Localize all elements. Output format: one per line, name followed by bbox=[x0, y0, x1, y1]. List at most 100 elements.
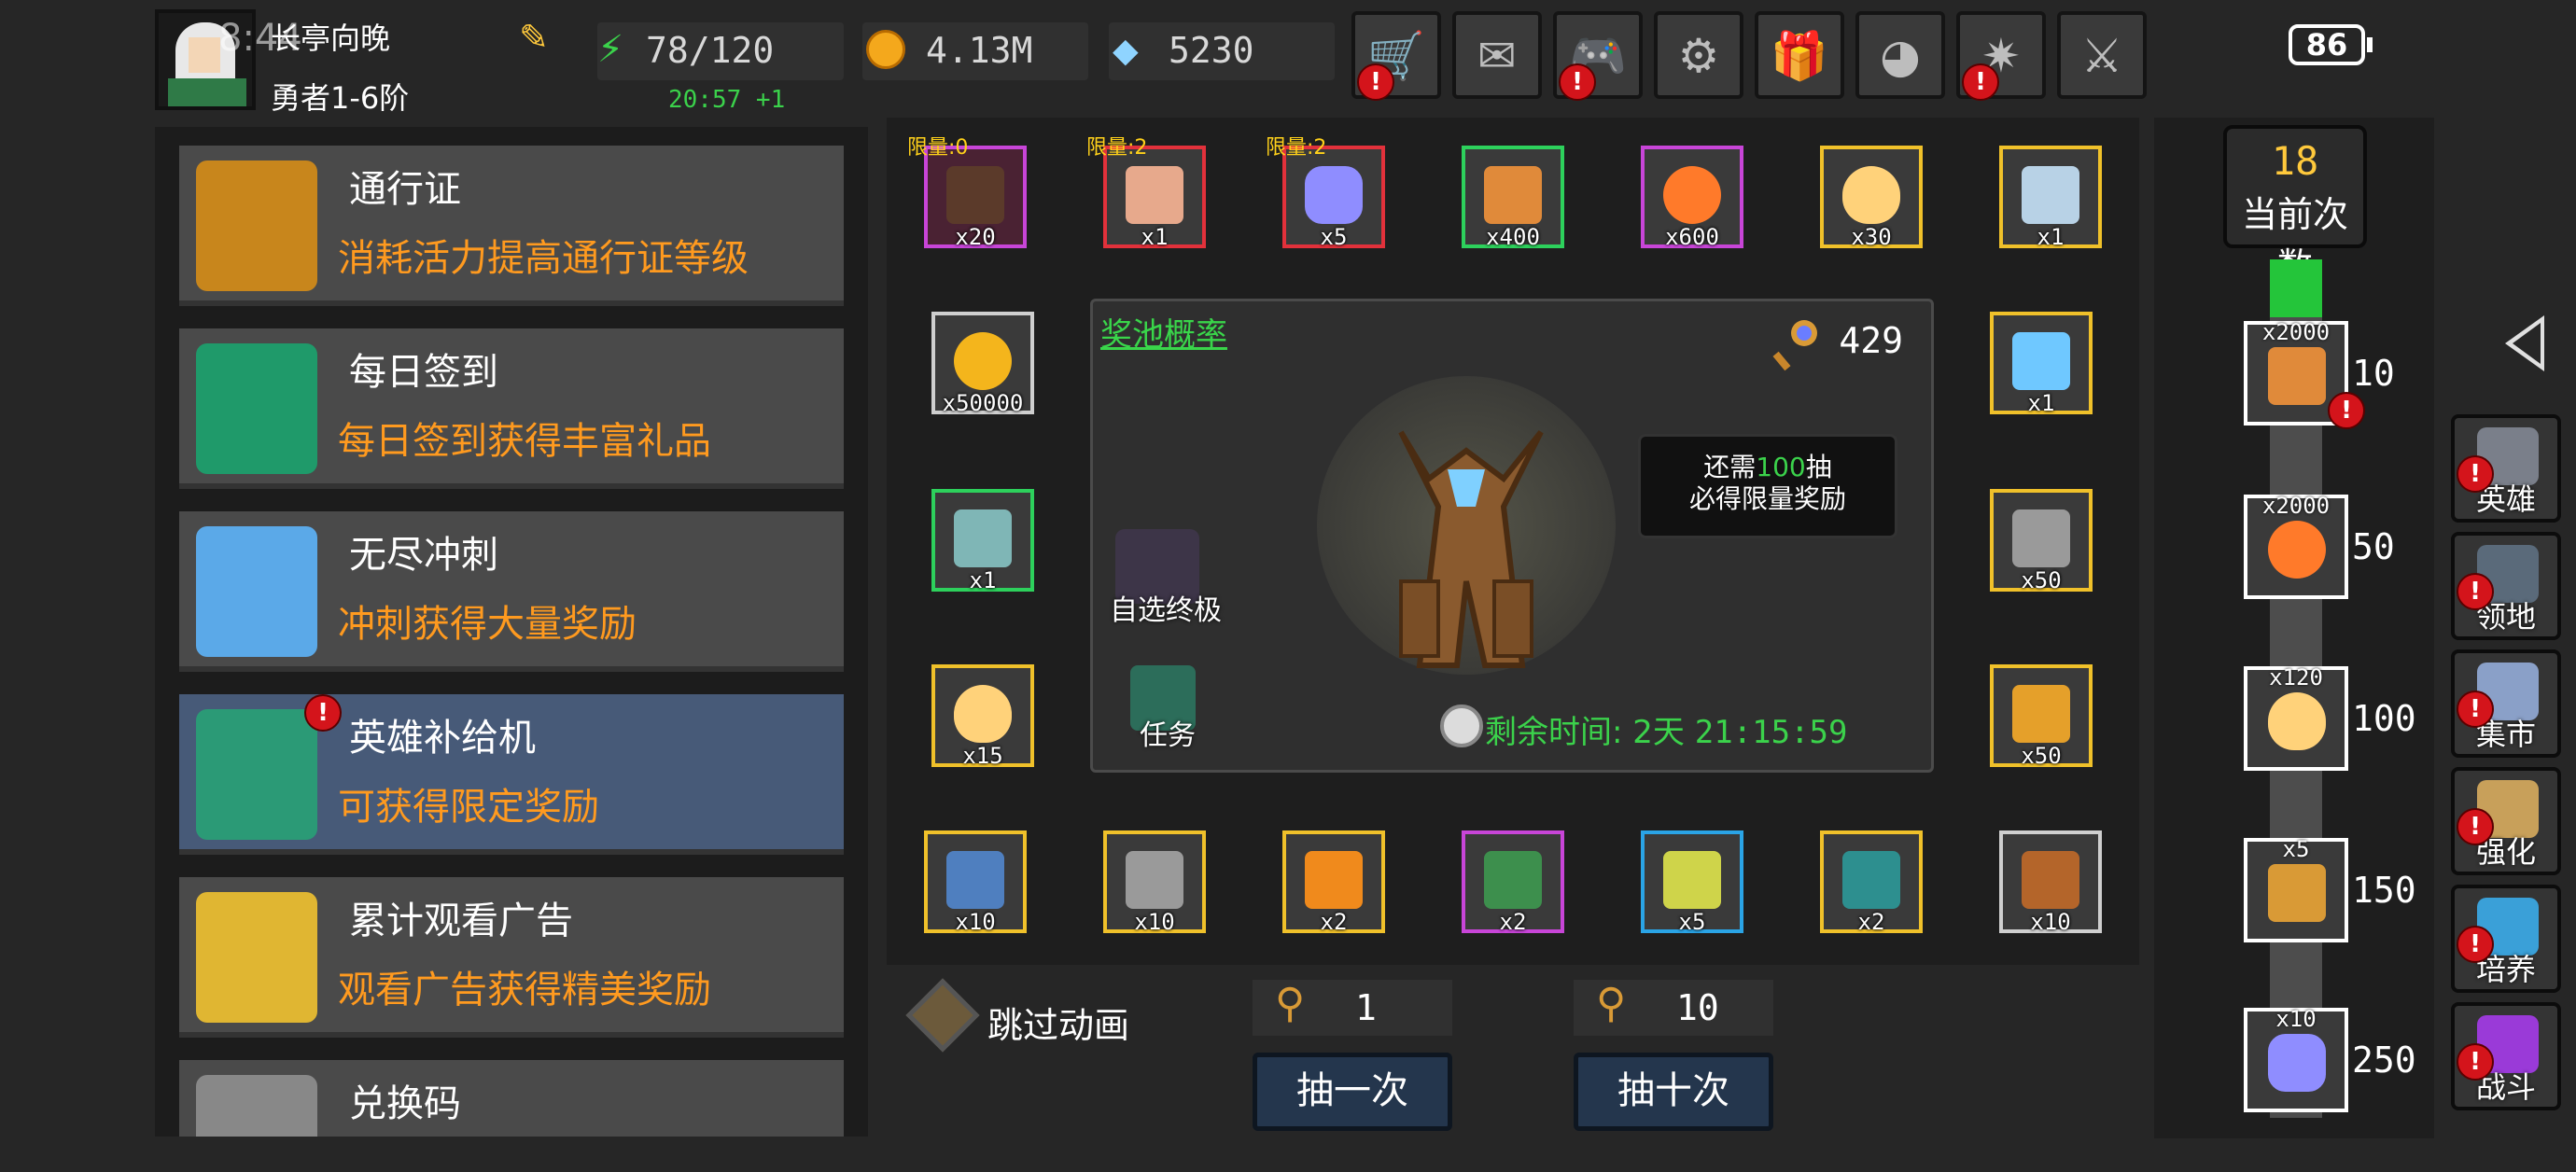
reward-slot[interactable]: x20 bbox=[924, 146, 1027, 250]
pool-probability-link[interactable]: 奖池概率 bbox=[1100, 309, 1227, 355]
menu-item-title: 通行证 bbox=[349, 168, 461, 211]
reward-slot[interactable]: x50000 bbox=[931, 312, 1034, 416]
bone-icon bbox=[2268, 347, 2326, 405]
egg-icon bbox=[1842, 166, 1900, 224]
nav-button[interactable]: 领地! bbox=[2451, 532, 2561, 640]
reward-slot[interactable]: x5 bbox=[1282, 146, 1385, 250]
remaining-time: 剩余时间: 2天 21:15:59 bbox=[1485, 706, 1848, 752]
reward-slot[interactable]: x600 bbox=[1641, 146, 1743, 250]
item-quantity: x600 bbox=[1665, 224, 1719, 250]
flame-orb-icon bbox=[2268, 521, 2326, 579]
shield-wings-icon bbox=[196, 526, 317, 657]
nav-button[interactable]: 英雄! bbox=[2451, 414, 2561, 523]
menu-item[interactable]: 兑换码 bbox=[179, 1060, 844, 1137]
alert-badge: ! bbox=[2457, 926, 2494, 963]
fireworks-button[interactable]: ✷! bbox=[1956, 11, 2046, 101]
key-staff-icon: ⚲ bbox=[1596, 980, 1627, 1027]
gem-value: 5230 bbox=[1169, 30, 1254, 71]
milestone-reward[interactable]: x2000! bbox=[2244, 319, 2365, 429]
task-link[interactable]: 任务 bbox=[1140, 712, 1196, 753]
amber-rune-icon bbox=[1305, 851, 1363, 909]
reward-slot[interactable]: x2 bbox=[1462, 830, 1564, 935]
skip-animation-label[interactable]: 跳过动画 bbox=[987, 997, 1129, 1048]
item-quantity: x15 bbox=[962, 743, 1003, 769]
mail-button[interactable]: ✉ bbox=[1452, 11, 1542, 99]
menu-item[interactable]: 英雄补给机 可获得限定奖励! bbox=[179, 694, 844, 855]
item-quantity: x20 bbox=[955, 224, 996, 250]
milestone-reward[interactable]: x120 bbox=[2244, 664, 2348, 771]
reward-slot[interactable]: x15 bbox=[931, 664, 1034, 769]
avatar-cloth bbox=[168, 78, 246, 106]
battle-button[interactable]: ⚔ bbox=[2057, 11, 2147, 99]
auto-select-link[interactable]: 自选终极 bbox=[1110, 587, 1222, 628]
reward-slot[interactable]: x30 bbox=[1820, 146, 1923, 250]
menu-item[interactable]: 无尽冲刺 冲刺获得大量奖励 bbox=[179, 511, 844, 672]
item-quantity: x400 bbox=[1486, 224, 1540, 250]
reward-slot[interactable]: x1 bbox=[1990, 312, 2093, 416]
item-quantity: x1 bbox=[1141, 224, 1169, 250]
milestone-reward[interactable]: x5 bbox=[2244, 836, 2348, 942]
menu-item[interactable]: 累计观看广告 观看广告获得精美奖励 bbox=[179, 877, 844, 1038]
gold-coin-icon bbox=[866, 30, 905, 69]
menu-item[interactable]: 每日签到 每日签到获得丰富礼品 bbox=[179, 328, 844, 489]
menu-item-title: 兑换码 bbox=[349, 1082, 461, 1125]
nav-button[interactable]: 战斗! bbox=[2451, 1002, 2561, 1110]
reward-slot[interactable]: x2 bbox=[1820, 830, 1923, 935]
reward-slot[interactable]: x50 bbox=[1990, 664, 2093, 769]
egg-icon bbox=[954, 685, 1012, 743]
draw-bar bbox=[887, 965, 2139, 1138]
envelope-icon: ✉ bbox=[1477, 29, 1517, 83]
milestone-quantity: x10 bbox=[2275, 1006, 2317, 1032]
reward-slot[interactable]: x5 bbox=[1641, 830, 1743, 935]
reward-slot[interactable]: x10 bbox=[924, 830, 1027, 935]
ten-cost-value: 10 bbox=[1676, 987, 1719, 1028]
mirror-icon bbox=[2012, 332, 2070, 390]
menu-item[interactable]: 通行证 消耗活力提高通行证等级 bbox=[179, 146, 844, 306]
reward-slot[interactable]: x400 bbox=[1462, 146, 1564, 250]
reward-slot[interactable]: x10 bbox=[1999, 830, 2102, 935]
alert-badge: ! bbox=[2457, 808, 2494, 845]
menu-item-title: 累计观看广告 bbox=[349, 900, 573, 942]
item-quantity: x5 bbox=[1678, 909, 1706, 935]
milestone-reward[interactable]: x2000 bbox=[2244, 493, 2348, 599]
nav-button[interactable]: 集市! bbox=[2451, 649, 2561, 758]
pet-cat-icon bbox=[1126, 166, 1183, 224]
draw-ten-button[interactable]: 抽十次 bbox=[1574, 1053, 1773, 1131]
collapse-arrow-icon[interactable] bbox=[2505, 315, 2544, 371]
reward-slot[interactable]: x50 bbox=[1990, 489, 2093, 593]
remain-label: 剩余时间: bbox=[1485, 714, 1623, 751]
key-staff-icon bbox=[1769, 314, 1827, 372]
remain-clock: 21:15:59 bbox=[1694, 714, 1848, 751]
reward-slot[interactable]: x2 bbox=[1282, 830, 1385, 935]
ore-icon bbox=[946, 851, 1004, 909]
energy-timer: 20:57 +1 bbox=[668, 86, 786, 114]
gift-button[interactable]: 🎁 bbox=[1755, 11, 1844, 99]
nav-button[interactable]: 培养! bbox=[2451, 885, 2561, 993]
alert-badge: ! bbox=[1559, 63, 1596, 101]
milestone-threshold: 250 bbox=[2352, 1039, 2416, 1081]
alert-badge: ! bbox=[2457, 455, 2494, 493]
item-quantity: x50000 bbox=[942, 390, 1024, 416]
menu-item-title: 英雄补给机 bbox=[349, 717, 536, 760]
alert-badge: ! bbox=[2457, 1043, 2494, 1081]
item-quantity: x5 bbox=[1320, 224, 1348, 250]
milestone-reward[interactable]: x10 bbox=[2244, 1006, 2348, 1112]
nav-button[interactable]: 强化! bbox=[2451, 767, 2561, 875]
battery-indicator: 86 bbox=[2289, 24, 2365, 65]
edit-name-icon[interactable]: ✎ bbox=[519, 19, 556, 56]
key-icon bbox=[196, 1075, 317, 1137]
reward-slot[interactable]: x1 bbox=[1103, 146, 1206, 250]
gallery-button[interactable]: ◕ bbox=[1855, 11, 1945, 99]
settings-button[interactable]: ⚙ bbox=[1654, 11, 1743, 99]
limit-label: 限量:2 bbox=[1266, 136, 1327, 160]
gamepad-button[interactable]: 🎮! bbox=[1553, 11, 1643, 101]
reward-slot[interactable]: x1 bbox=[931, 489, 1034, 593]
reward-slot[interactable]: x1 bbox=[1999, 146, 2102, 250]
reward-slot[interactable]: x10 bbox=[1103, 830, 1206, 935]
gear-icon: ⚙ bbox=[1677, 29, 1720, 83]
alert-badge: ! bbox=[2328, 392, 2365, 429]
shop-button[interactable]: 🛒! bbox=[1351, 11, 1441, 101]
draw-once-button[interactable]: 抽一次 bbox=[1253, 1053, 1452, 1131]
draw-count: 18 bbox=[2271, 138, 2319, 184]
activity-menu[interactable]: 通行证 消耗活力提高通行证等级 每日签到 每日签到获得丰富礼品 无尽冲刺 冲刺获得大量奖励… bbox=[155, 127, 868, 1137]
